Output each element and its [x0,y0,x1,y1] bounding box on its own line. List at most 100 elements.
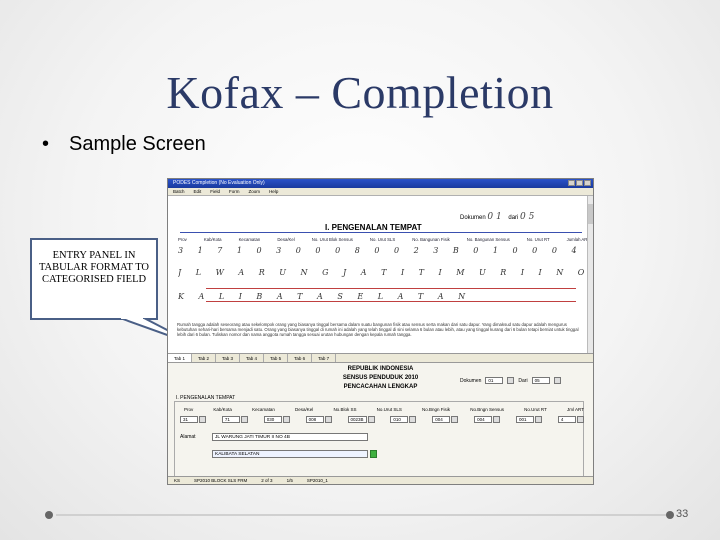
field-headers: Prov Kab/Kota Kecamatan Desa/Kel No.Blok… [184,407,584,412]
page-number: 33 [676,508,689,520]
form-instructions: Rumah tangga adalah seseorang atau sekel… [177,322,579,338]
kec-input[interactable]: 030 [263,416,282,423]
scrollbar-thumb[interactable] [588,204,593,224]
image-dokumen: Dokumen 0 1 dari 0 5 [460,212,534,222]
dokumen-input[interactable]: 01 [485,377,504,384]
kab-input[interactable]: 71 [221,416,240,423]
dokumen-spin-button[interactable] [507,377,515,384]
panel-header-republik: REPUBLIK INDONESIA [347,366,414,372]
image-col-header: No. Urut Blok Sensus [311,237,353,242]
panel-header-pencacahan: PENCACAHAN LENGKAP [343,384,418,390]
image-section-title: I. PENGENALAN TEMPAT [325,223,422,232]
image-col-header: Desa/Kel [277,237,295,242]
prov-check-button[interactable] [199,416,206,423]
tab-3[interactable]: Tab 3 [216,354,241,362]
bngn-sensus-input[interactable]: 004 [474,416,493,423]
window-title: PODES Completion (No Evaluation Only) [173,180,265,186]
close-icon[interactable] [584,180,591,186]
dokumen-counter: Dokumen 01 Dari 05 [460,377,561,384]
image-col-header: Kab/Kota [203,237,222,242]
prov-input[interactable]: 31 [180,416,198,423]
alamat-line1-input[interactable]: JL WARUNG JATI TIMUR II NO 4B [212,433,368,441]
footer-dot [45,511,53,519]
menu-edit[interactable]: Edit [194,188,202,195]
footer-rule [56,514,668,516]
field-header-sls: No.Urut SLS [376,407,402,412]
tab-2[interactable]: Tab 2 [192,354,217,362]
rt-input[interactable]: 001 [516,416,535,423]
bngn-fisik-check-button[interactable] [451,416,459,423]
divider [180,232,582,233]
image-col-header: No. Urut SLS [369,237,396,242]
field-header-rt: No.Urut RT [524,407,547,412]
tab-7[interactable]: Tab 7 [312,354,337,362]
menu-bar: Batch Edit Field Form Zoom Help [168,188,593,196]
status-item: 2 of 3 [261,478,273,483]
image-col-header: No. Bangunan Fisik [412,237,450,242]
field-values: 31 71 030 008 0023B 010 004 004 001 4 [180,416,584,423]
blok-check-button[interactable] [367,416,375,423]
desa-check-button[interactable] [324,416,332,423]
divider [206,301,576,302]
window-titlebar[interactable]: PODES Completion (No Evaluation Only) [168,179,593,188]
dokumen-label: Dokumen [460,377,482,384]
accept-button[interactable] [370,450,377,458]
entry-panel: REPUBLIK INDONESIA SENSUS PENDUDUK 2010 … [168,363,593,484]
field-header-kab: Kab/Kota [213,407,232,412]
image-col-header: No. Urut RT [526,237,550,242]
art-input[interactable]: 4 [557,416,576,423]
dari-input[interactable]: 05 [531,377,550,384]
menu-field[interactable]: Field [210,188,220,195]
image-column-headers: Prov Kab/Kota Kecamatan Desa/Kel No. Uru… [178,237,590,242]
image-dokumen-label: Dokumen [460,215,486,221]
callout-text: ENTRY PANEL IN TABULAR FORMAT TO CATEGOR… [30,238,158,320]
sls-check-button[interactable] [409,416,417,423]
blok-input[interactable]: 0023B [347,416,367,423]
kab-check-button[interactable] [240,416,248,423]
image-dari-value: 0 5 [520,212,535,222]
image-col-header: No. Bangunan Sensus [466,237,510,242]
maximize-icon[interactable] [576,180,583,186]
dari-label: Dari [518,377,528,384]
dari-spin-button[interactable] [553,377,561,384]
menu-batch[interactable]: Batch [173,188,185,195]
image-col-header: Kecamatan [238,237,261,242]
art-check-button[interactable] [576,416,584,423]
menu-zoom[interactable]: Zoom [249,188,261,195]
image-col-header: Prov [178,237,187,242]
menu-form[interactable]: Form [229,188,240,195]
status-item: KS [174,478,181,483]
status-item: SP2010_1 [306,478,328,483]
sls-input[interactable]: 010 [390,416,409,423]
image-dari-label: dari [508,215,519,221]
desa-input[interactable]: 008 [305,416,324,423]
field-header-prov: Prov [184,407,194,412]
handwritten-codes: 3 1 7 1 0 3 0 0 0 8 0 0 2 3 B 0 1 0 0 0 … [178,246,588,255]
bngn-fisik-input[interactable]: 004 [432,416,451,423]
bullet-text: Sample Screen [69,133,206,155]
kec-check-button[interactable] [282,416,290,423]
alamat-label: Alamat [180,434,196,440]
tab-4[interactable]: Tab 4 [240,354,265,362]
rt-check-button[interactable] [535,416,543,423]
field-header-art: Jml ART [566,407,584,412]
field-header-kec: Kecamatan [252,407,275,412]
field-header-desa: Desa/Kel [295,407,314,412]
divider [206,288,576,289]
alamat-line2-input[interactable]: KALIBATA SELATAN [212,450,368,458]
tab-1[interactable]: Tab 1 [168,354,193,362]
bullet-item: • Sample Screen [42,133,206,156]
field-header-blok: No.Blok SS [333,407,357,412]
status-item: 1/5 [286,478,293,483]
form-image-pane[interactable]: Dokumen 0 1 dari 0 5 I. PENGENALAN TEMPA… [168,196,593,354]
field-header-bngn-fisik: No.Bngn Fisik [422,407,451,412]
tab-6[interactable]: Tab 6 [288,354,313,362]
tab-5[interactable]: Tab 5 [264,354,289,362]
bngn-sensus-check-button[interactable] [493,416,501,423]
footer-dot [666,511,674,519]
callout: ENTRY PANEL IN TABULAR FORMAT TO CATEGOR… [30,238,199,347]
slide-title: Kofax – Completion [166,67,554,118]
minimize-icon[interactable] [568,180,575,186]
vertical-scrollbar[interactable] [587,196,593,353]
menu-help[interactable]: Help [269,188,278,195]
